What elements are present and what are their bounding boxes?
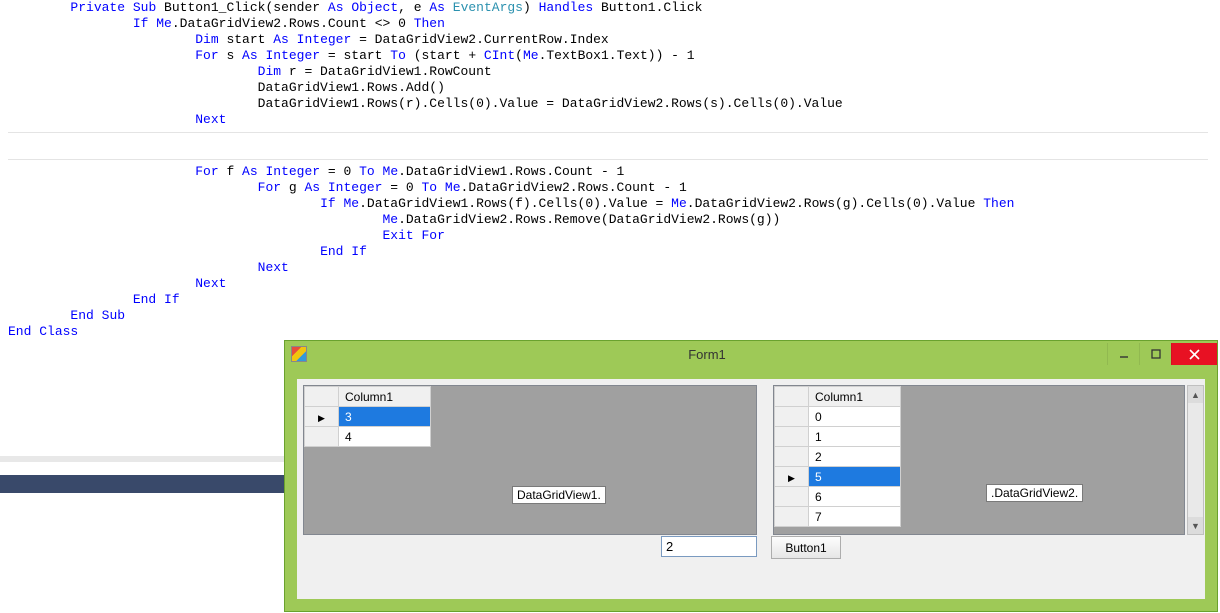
code-line[interactable]: For f As Integer = 0 To Me.DataGridView1… — [8, 164, 1208, 180]
code-line[interactable]: End If — [8, 244, 1208, 260]
editor-divider — [0, 456, 284, 462]
dgv2-row-header[interactable] — [775, 407, 809, 427]
textbox1[interactable] — [661, 536, 757, 557]
code-line[interactable]: Me.DataGridView2.Rows.Remove(DataGridVie… — [8, 212, 1208, 228]
code-line[interactable]: DataGridView1.Rows(r).Cells(0).Value = D… — [8, 96, 1208, 112]
dgv2-cell[interactable]: 7 — [809, 507, 901, 527]
table-row[interactable]: 0 — [775, 407, 901, 427]
dgv2-cell[interactable]: 0 — [809, 407, 901, 427]
datagridview2[interactable]: Column1 012567 .DataGridView2. — [773, 385, 1185, 535]
dgv1-label: DataGridView1. — [512, 486, 606, 504]
scroll-down-icon[interactable]: ▼ — [1188, 517, 1203, 534]
dgv1-cell[interactable]: 4 — [339, 427, 431, 447]
code-line[interactable]: Next — [8, 260, 1208, 276]
scroll-up-icon[interactable]: ▲ — [1188, 386, 1203, 403]
dgv2-row-header[interactable] — [775, 447, 809, 467]
form-body: Column1 34 DataGridView1. Column1 012567… — [297, 379, 1205, 599]
button1[interactable]: Button1 — [771, 536, 841, 559]
code-line[interactable]: Private Sub Button1_Click(sender As Obje… — [8, 0, 1208, 16]
code-line[interactable]: End Class — [8, 324, 1208, 340]
dgv1-header-col1[interactable]: Column1 — [339, 387, 431, 407]
dgv2-cell[interactable]: 6 — [809, 487, 901, 507]
code-line[interactable]: If Me.DataGridView2.Rows.Count <> 0 Then — [8, 16, 1208, 32]
minimize-button[interactable] — [1107, 343, 1139, 365]
table-row[interactable]: 7 — [775, 507, 901, 527]
datagridview1[interactable]: Column1 34 DataGridView1. — [303, 385, 757, 535]
dgv2-row-header[interactable] — [775, 487, 809, 507]
dgv2-row-header[interactable] — [775, 467, 809, 487]
dgv2-label: .DataGridView2. — [986, 484, 1083, 502]
table-row[interactable]: 4 — [305, 427, 431, 447]
dgv2-cell[interactable]: 2 — [809, 447, 901, 467]
dgv2-scrollbar[interactable]: ▲ ▼ — [1187, 385, 1204, 535]
table-row[interactable]: 5 — [775, 467, 901, 487]
titlebar[interactable]: Form1 — [285, 341, 1217, 367]
table-row[interactable]: 1 — [775, 427, 901, 447]
dgv2-row-header[interactable] — [775, 427, 809, 447]
maximize-button[interactable] — [1139, 343, 1171, 365]
dgv2-header-col1[interactable]: Column1 — [809, 387, 901, 407]
table-row[interactable]: 3 — [305, 407, 431, 427]
close-button[interactable] — [1171, 343, 1217, 365]
dgv2-cell[interactable]: 1 — [809, 427, 901, 447]
window-title: Form1 — [307, 347, 1107, 362]
editor-status-bar — [0, 475, 284, 493]
code-line[interactable]: Exit For — [8, 228, 1208, 244]
app-icon — [291, 346, 307, 362]
code-line[interactable]: Dim r = DataGridView1.RowCount — [8, 64, 1208, 80]
dgv1-row-header[interactable] — [305, 427, 339, 447]
code-line[interactable]: Next — [8, 112, 1208, 128]
code-editor[interactable]: Private Sub Button1_Click(sender As Obje… — [8, 0, 1208, 340]
dgv2-row-header[interactable] — [775, 507, 809, 527]
code-line[interactable]: End If — [8, 292, 1208, 308]
code-line[interactable]: For s As Integer = start To (start + CIn… — [8, 48, 1208, 64]
code-line[interactable]: End Sub — [8, 308, 1208, 324]
table-row[interactable]: 2 — [775, 447, 901, 467]
code-line[interactable]: DataGridView1.Rows.Add() — [8, 80, 1208, 96]
code-line[interactable]: For g As Integer = 0 To Me.DataGridView2… — [8, 180, 1208, 196]
dgv2-corner[interactable] — [775, 387, 809, 407]
dgv1-cell[interactable]: 3 — [339, 407, 431, 427]
form1-window: Form1 Column1 34 DataGridView1. — [284, 340, 1218, 612]
code-line[interactable]: If Me.DataGridView1.Rows(f).Cells(0).Val… — [8, 196, 1208, 212]
dgv1-row-header[interactable] — [305, 407, 339, 427]
code-line[interactable]: Next — [8, 276, 1208, 292]
dgv2-cell[interactable]: 5 — [809, 467, 901, 487]
code-line[interactable]: Dim start As Integer = DataGridView2.Cur… — [8, 32, 1208, 48]
dgv1-corner[interactable] — [305, 387, 339, 407]
table-row[interactable]: 6 — [775, 487, 901, 507]
